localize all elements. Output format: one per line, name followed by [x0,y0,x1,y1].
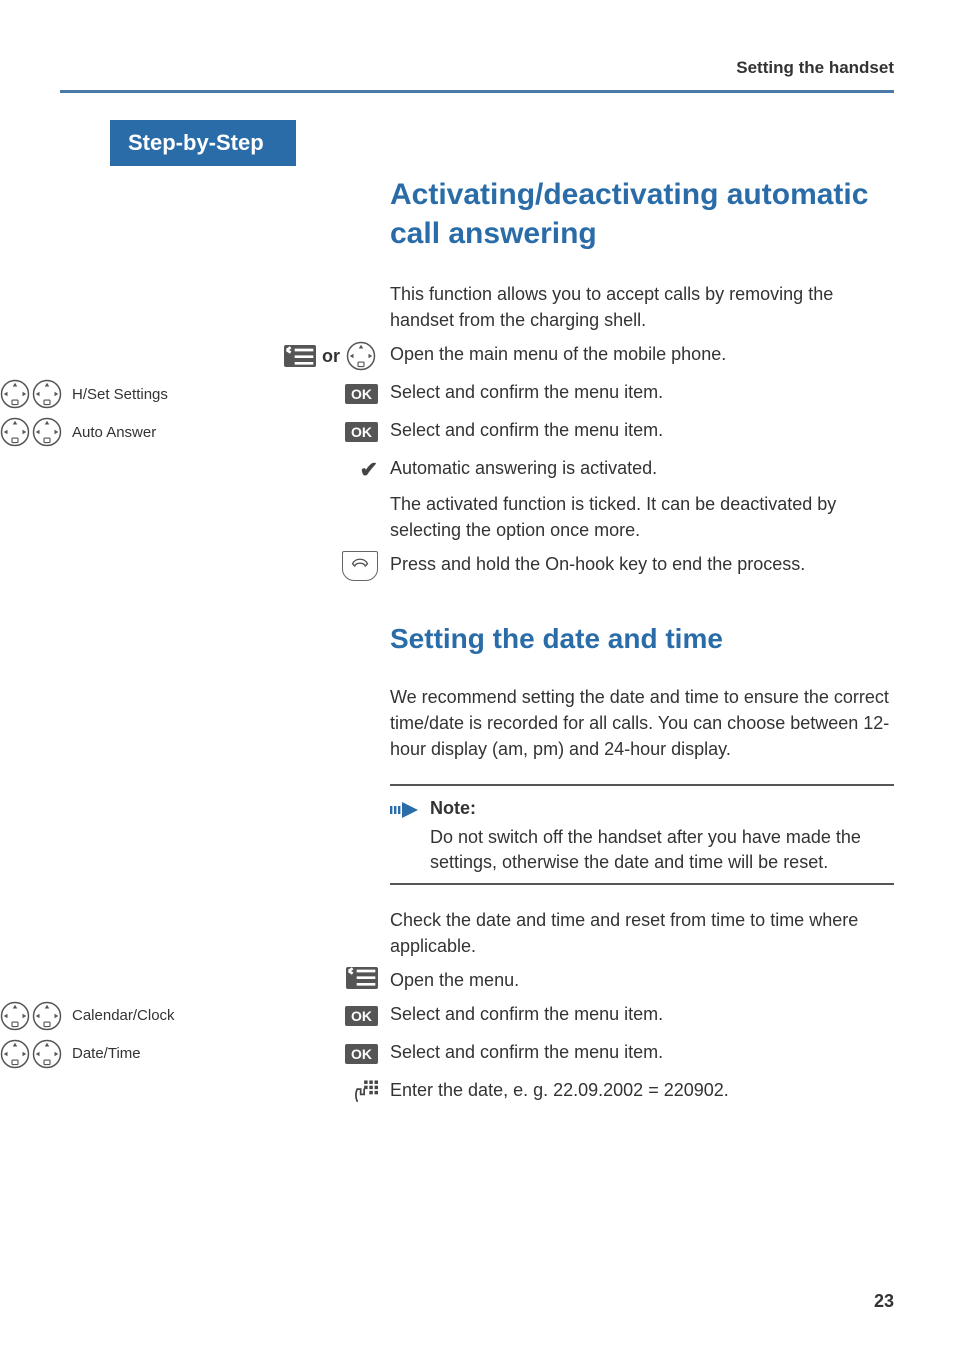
note-block: Note: Do not switch off the handset afte… [390,784,894,885]
nav-control-icon [32,1001,62,1031]
note-arrow-icon [390,796,430,876]
page-number: 23 [874,1291,894,1312]
nav-control-icon [0,417,30,447]
menu-icon [346,967,378,989]
ok-button: OK [345,1006,378,1026]
section-2-title: Setting the date and time [390,621,894,657]
menu-item-auto-answer: Auto Answer [64,424,339,441]
nav-control-icon [32,417,62,447]
ok-button: OK [345,1044,378,1064]
keypad-icon [352,1077,378,1108]
ok-button: OK [345,384,378,404]
menu-icon [284,345,316,367]
step-open-main-menu: Open the main menu of the mobile phone. [390,341,894,367]
nav-control-icon [0,1039,30,1069]
header-divider [60,90,894,93]
step-open-menu: Open the menu. [390,967,894,993]
note-body-text: Do not switch off the handset after you … [430,825,894,875]
page-header-section: Setting the handset [736,58,894,78]
step-by-step-banner: Step-by-Step [110,120,296,166]
step-select-calendar-clock: Select and confirm the menu item. [390,1001,894,1027]
step-enter-date: Enter the date, e. g. 22.09.2002 = 22090… [390,1077,894,1103]
menu-item-calendar-clock: Calendar/Clock [64,1007,339,1024]
note-title: Note: [430,796,894,821]
nav-control-icon [0,1001,30,1031]
ok-button: OK [345,422,378,442]
nav-control-icon [32,379,62,409]
step-select-auto-answer: Select and confirm the menu item. [390,417,894,443]
step-select-date-time: Select and confirm the menu item. [390,1039,894,1065]
nav-control-icon [0,379,30,409]
section-1-intro: This function allows you to accept calls… [390,281,894,333]
menu-item-date-time: Date/Time [64,1045,339,1062]
on-hook-key-icon [342,551,378,581]
checkmark-icon: ✔ [360,457,378,483]
nav-control-icon [32,1039,62,1069]
section-1-title: Activating/deactivating automatic call a… [390,175,894,253]
nav-control-icon [346,341,376,371]
step-auto-activated: Automatic answering is activated. [390,455,894,481]
menu-item-hset-settings: H/Set Settings [64,386,339,403]
step-end-process: Press and hold the On-hook key to end th… [390,551,894,577]
or-label: or [322,346,340,367]
step-ticked-info: The activated function is ticked. It can… [390,491,894,543]
step-select-hset: Select and confirm the menu item. [390,379,894,405]
after-note-text: Check the date and time and reset from t… [390,907,894,959]
section-2-intro: We recommend setting the date and time t… [390,684,894,762]
page-content: Activating/deactivating automatic call a… [0,175,894,1116]
